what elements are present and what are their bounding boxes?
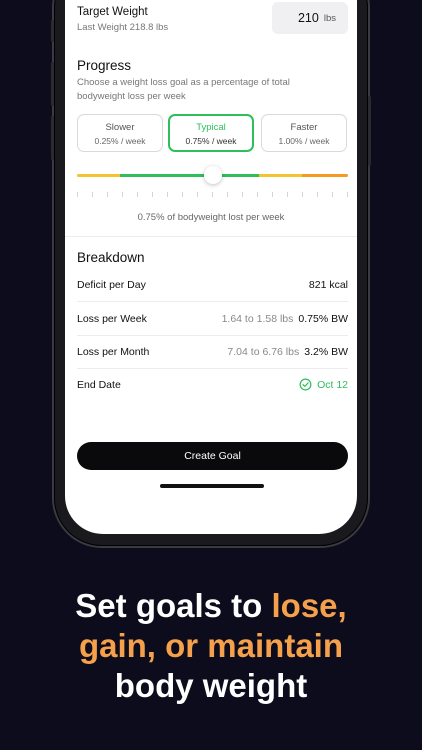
goal-form: Target Weight Last Weight 218.8 lbs 210 … <box>65 0 357 488</box>
phone-mute-switch <box>51 20 54 42</box>
breakdown-label: Loss per Month <box>77 345 150 358</box>
breakdown-value: 3.2% BW <box>304 345 348 358</box>
slider-ticks <box>77 192 348 198</box>
slider-segment-fastest <box>301 174 348 177</box>
breakdown-value: 821 kcal <box>308 278 348 291</box>
pace-option-faster[interactable]: Faster 1.00% / week <box>261 114 347 152</box>
phone-volume-up <box>51 62 54 106</box>
pace-option-slower[interactable]: Slower 0.25% / week <box>77 114 163 152</box>
pace-option-typical[interactable]: Typical 0.75% / week <box>168 114 254 152</box>
slider-tick <box>347 192 348 197</box>
headline-highlight: lose, <box>271 587 347 624</box>
slider-tick <box>227 192 228 197</box>
breakdown-range: 1.64 to 1.58 lbs <box>221 312 294 325</box>
breakdown-label: Loss per Week <box>77 312 147 325</box>
pace-option-label: Typical <box>196 122 226 133</box>
target-weight-unit: lbs <box>323 12 336 24</box>
pace-option-label: Slower <box>105 122 135 133</box>
phone-volume-down <box>51 116 54 160</box>
section-divider <box>65 236 357 237</box>
slider-tick <box>332 192 333 197</box>
headline-line-3: body weight <box>114 667 308 704</box>
headline-text: Set goals to <box>75 587 272 624</box>
slider-tick <box>272 192 273 197</box>
slider-tick <box>122 192 123 197</box>
progress-description: Choose a weight loss goal as a percentag… <box>77 77 290 102</box>
pace-option-rate: 0.25% / week <box>94 136 146 146</box>
marketing-headline: Set goals to lose, gain, or maintain bod… <box>0 586 422 706</box>
slider-tick <box>92 192 93 197</box>
phone-power-button <box>368 96 371 166</box>
target-weight-input[interactable]: 210 lbs <box>272 2 348 34</box>
slider-segment-fast <box>258 174 302 177</box>
slider-tick <box>107 192 108 197</box>
slider-tick <box>242 192 243 197</box>
progress-title: Progress <box>77 58 132 73</box>
phone-screen: Target Weight Last Weight 218.8 lbs 210 … <box>65 0 357 534</box>
create-goal-button[interactable]: Create Goal <box>77 442 348 470</box>
pace-option-rate: 0.75% / week <box>185 136 237 146</box>
pace-option-rate: 1.00% / week <box>278 136 330 146</box>
slider-tick <box>257 192 258 197</box>
target-weight-row: Target Weight Last Weight 218.8 lbs 210 … <box>65 0 357 42</box>
slider-segment-typical-low <box>120 174 213 177</box>
check-circle-icon <box>299 378 312 391</box>
slider-segment-slow <box>77 174 121 177</box>
slider-tick <box>287 192 288 197</box>
pace-option-label: Faster <box>290 122 318 133</box>
home-indicator <box>160 484 264 488</box>
target-weight-title: Target Weight <box>77 6 148 18</box>
slider-tick <box>317 192 318 197</box>
end-date-value: Oct 12 <box>317 378 348 391</box>
breakdown-range: 7.04 to 6.76 lbs <box>227 345 300 358</box>
breakdown-value: 0.75% BW <box>298 312 348 325</box>
slider-tick <box>302 192 303 197</box>
breakdown-title: Breakdown <box>77 250 145 265</box>
breakdown-row-end-date: End Date Oct 12 <box>77 368 348 401</box>
headline-line-1: Set goals to lose, <box>0 586 422 626</box>
breakdown-row-month: Loss per Month 7.04 to 6.76 lbs 3.2% BW <box>77 335 348 368</box>
pace-slider-thumb[interactable] <box>203 166 222 184</box>
target-weight-value: 210 <box>297 11 319 25</box>
slider-tick <box>77 192 78 197</box>
slider-tick <box>167 192 168 197</box>
breakdown-row-deficit: Deficit per Day 821 kcal <box>77 268 348 301</box>
breakdown-row-week: Loss per Week 1.64 to 1.58 lbs 0.75% BW <box>77 302 348 335</box>
slider-tick <box>212 192 213 197</box>
slider-tick <box>182 192 183 197</box>
breakdown-label: Deficit per Day <box>77 278 146 291</box>
headline-line-2: gain, or maintain <box>78 627 344 664</box>
slider-tick <box>152 192 153 197</box>
slider-tick <box>137 192 138 197</box>
last-weight-label: Last Weight 218.8 lbs <box>77 22 169 33</box>
slider-caption: 0.75% of bodyweight lost per week <box>137 212 285 223</box>
slider-tick <box>197 192 198 197</box>
breakdown-label: End Date <box>77 378 121 391</box>
